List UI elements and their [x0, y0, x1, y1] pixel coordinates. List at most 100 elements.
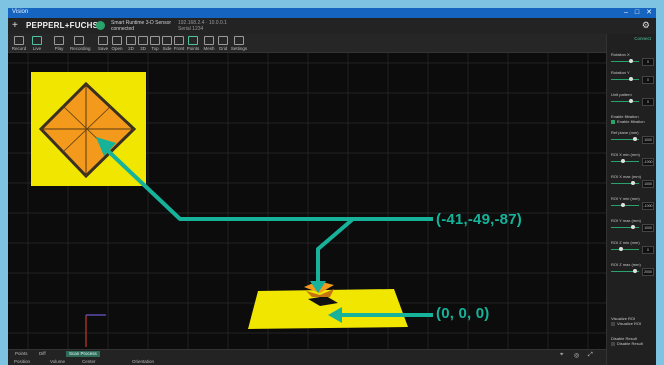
- rotation-x-slider[interactable]: 0: [611, 58, 654, 66]
- title-bar: Vision – □ ✕: [8, 8, 656, 18]
- folder-icon: [112, 36, 122, 45]
- roi-y-max-value[interactable]: 1000: [642, 224, 654, 232]
- toolbar-record[interactable]: Record: [10, 36, 28, 51]
- visualize-roi-control: Visualize ROI Visualize ROI: [611, 316, 653, 326]
- close-button[interactable]: ✕: [646, 8, 652, 18]
- connection-status-icon: [96, 21, 105, 30]
- roi-y-max-slider[interactable]: 1000: [611, 224, 654, 232]
- toolbar-recording[interactable]: Recording: [70, 36, 91, 51]
- roi-x-min-control: ROI X min (mm) -1000: [611, 152, 654, 166]
- volume-label: Volume: [50, 359, 66, 364]
- slider-knob[interactable]: [631, 181, 635, 185]
- slider-knob[interactable]: [633, 137, 637, 141]
- toolbar-label: Front: [173, 46, 185, 51]
- slider-knob[interactable]: [631, 225, 635, 229]
- control-label: Ref plane (mm): [611, 130, 639, 135]
- ref-plane-control: Ref plane (mm) 1000: [611, 130, 654, 144]
- ref-plane-value[interactable]: 1000: [642, 136, 654, 144]
- live-icon: [32, 36, 42, 45]
- control-label: ROI Y max (mm): [611, 218, 641, 223]
- checkbox-unchecked-icon: [611, 321, 615, 326]
- control-label: Unit pattern: [611, 92, 632, 97]
- filtration-checkbox[interactable]: Enable filtration: [611, 119, 653, 124]
- sensor-info: Smart Runtime 3-D Sensor connected: [111, 20, 171, 32]
- slider-knob[interactable]: [619, 247, 623, 251]
- expand-icon[interactable]: ⤢: [588, 352, 593, 359]
- position-label: Position: [14, 359, 31, 364]
- roi-x-min-value[interactable]: -1000: [642, 158, 654, 166]
- camera-icon[interactable]: ◎: [574, 352, 579, 359]
- toolbar-label: 2D: [128, 46, 134, 51]
- unit-pattern-slider[interactable]: 0: [611, 98, 654, 106]
- control-label: ROI X max (mm): [611, 174, 641, 179]
- grid-icon: [218, 36, 228, 45]
- toolbar-label: Record: [11, 46, 27, 51]
- ref-plane-slider[interactable]: 1000: [611, 136, 654, 144]
- slider-knob[interactable]: [629, 59, 633, 63]
- minimize-button[interactable]: –: [624, 8, 628, 18]
- add-sensor-icon[interactable]: +: [12, 20, 18, 31]
- sensor-serial: Serial 1234: [178, 26, 204, 32]
- disable-result-checkbox[interactable]: Disable Result: [611, 341, 653, 346]
- maximize-button[interactable]: □: [635, 8, 639, 18]
- sensor-status: connected: [111, 26, 135, 32]
- checkbox-checked-icon: [611, 119, 615, 124]
- points-icon: [188, 36, 198, 45]
- roi-z-min-slider[interactable]: 0: [611, 246, 654, 254]
- control-label: ROI Z max (mm): [611, 262, 641, 267]
- unit-pattern-value[interactable]: 0: [642, 98, 654, 106]
- tab-points[interactable]: Points: [12, 351, 31, 357]
- tab-diff[interactable]: Diff: [36, 351, 49, 357]
- save-icon: [98, 36, 108, 45]
- toolbar-live[interactable]: Live: [28, 36, 46, 51]
- control-label: Rotation X: [611, 52, 630, 57]
- connect-button[interactable]: Connect: [611, 36, 651, 44]
- toolbar-settings[interactable]: Settings: [230, 36, 248, 51]
- visualize-roi-checkbox[interactable]: Visualize ROI: [611, 321, 653, 326]
- slider-knob[interactable]: [629, 77, 633, 81]
- filtration-control: Enable filtration Enable filtration: [611, 114, 653, 124]
- toolbar-label: Points: [186, 46, 200, 51]
- rotation-y-value[interactable]: 0: [642, 76, 654, 84]
- control-label: ROI Z min (mm): [611, 240, 640, 245]
- roi-z-max-value[interactable]: 2000: [642, 268, 654, 276]
- rotation-x-control: Rotation X 0: [611, 52, 654, 66]
- brand-logo: PEPPERL+FUCHS: [26, 21, 99, 30]
- record-icon: [14, 36, 24, 45]
- roi-x-max-value[interactable]: 1000: [642, 180, 654, 188]
- roi-x-max-slider[interactable]: 1000: [611, 180, 654, 188]
- right-panel: Connect Rotation X 0 Rotation Y 0 Unit p…: [606, 34, 656, 365]
- tab-scan-process[interactable]: Scan Process: [66, 351, 100, 357]
- slider-knob[interactable]: [621, 203, 625, 207]
- roi-x-min-slider[interactable]: -1000: [611, 158, 654, 166]
- rotation-x-value[interactable]: 0: [642, 58, 654, 66]
- rotation-y-slider[interactable]: 0: [611, 76, 654, 84]
- slider-knob[interactable]: [629, 99, 633, 103]
- window-title: Vision: [12, 9, 29, 15]
- roi-z-min-value[interactable]: 0: [642, 246, 654, 254]
- unit-pattern-control: Unit pattern 0: [611, 92, 654, 106]
- disable-result-control: Disable Result Disable Result: [611, 336, 653, 346]
- 3d-viewport[interactable]: (-41,-49,-87) (0, 0, 0): [8, 53, 606, 349]
- roi-y-min-value[interactable]: -1000: [642, 202, 654, 210]
- fit-view-icon[interactable]: ⌖: [560, 352, 563, 359]
- callout-origin-coordinates: (0, 0, 0): [436, 305, 490, 322]
- settings-icon: [234, 36, 244, 45]
- play-icon: [54, 36, 64, 45]
- gear-icon[interactable]: ⚙: [642, 20, 650, 31]
- slider-knob[interactable]: [633, 269, 637, 273]
- slider-knob[interactable]: [621, 159, 625, 163]
- roi-z-max-slider[interactable]: 2000: [611, 268, 654, 276]
- checkbox-unchecked-icon: [611, 341, 615, 346]
- checkbox-label: Visualize ROI: [617, 321, 642, 326]
- toolbar-label: Save: [97, 46, 109, 51]
- roi-y-min-slider[interactable]: -1000: [611, 202, 654, 210]
- brand-bar: + PEPPERL+FUCHS Smart Runtime 3-D Sensor…: [8, 18, 656, 34]
- roi-z-max-control: ROI Z max (mm) 2000: [611, 262, 654, 276]
- toolbar-play[interactable]: Play: [50, 36, 68, 51]
- roi-z-min-control: ROI Z min (mm) 0: [611, 240, 654, 254]
- window-controls: – □ ✕: [624, 8, 652, 18]
- callout-top-coordinates: (-41,-49,-87): [436, 211, 522, 228]
- callout-arrows: [96, 137, 433, 323]
- checkbox-label: Enable filtration: [617, 119, 645, 124]
